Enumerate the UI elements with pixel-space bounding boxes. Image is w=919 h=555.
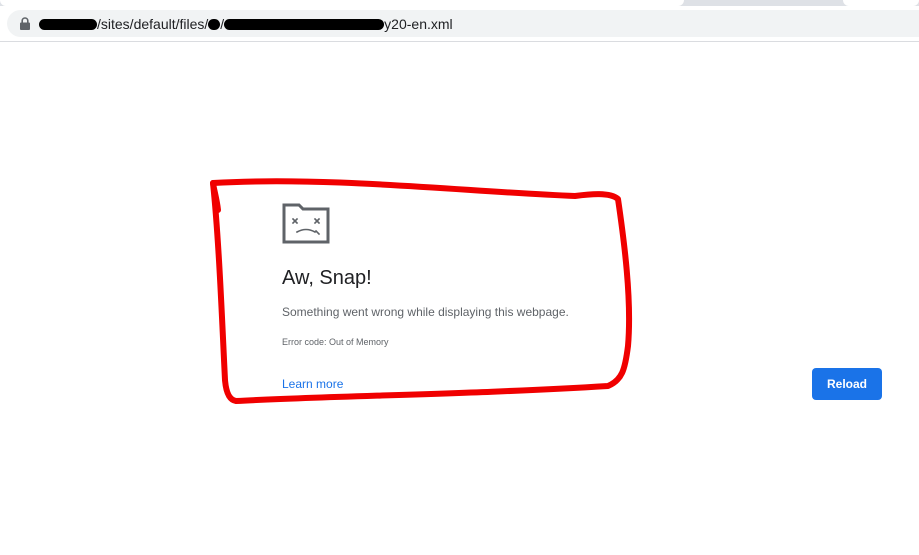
redacted-folder — [208, 19, 221, 30]
browser-toolbar: /sites/default/files// y20-en.xml — [0, 6, 919, 42]
reload-button[interactable]: Reload — [812, 368, 882, 400]
url-path-segment-1: /sites/default/files/ — [97, 16, 209, 32]
learn-more-link[interactable]: Learn more — [282, 376, 343, 392]
sad-tab-icon — [282, 203, 330, 244]
url-path-segment-3: y20-en.xml — [384, 16, 453, 32]
error-code: Error code: Out of Memory — [282, 337, 389, 347]
url-text[interactable]: /sites/default/files// y20-en.xml — [39, 16, 453, 32]
redacted-filename — [224, 19, 385, 30]
lock-icon[interactable] — [19, 17, 31, 30]
address-bar[interactable]: /sites/default/files// y20-en.xml — [7, 10, 919, 37]
error-title: Aw, Snap! — [282, 267, 372, 289]
red-annotation-outline — [210, 178, 633, 404]
error-message: Something went wrong while displaying th… — [282, 305, 569, 319]
redacted-domain — [39, 19, 97, 30]
